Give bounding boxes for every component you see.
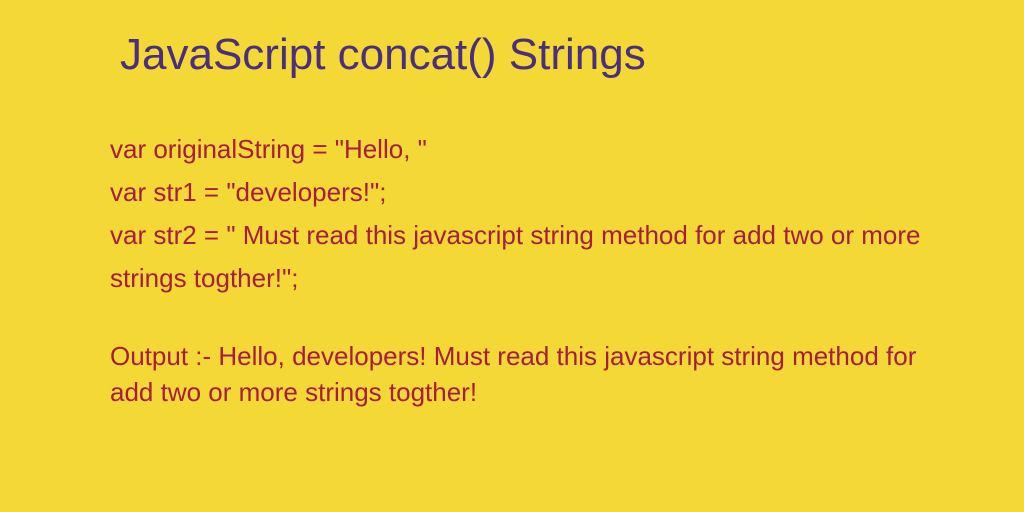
output-text: Output :- Hello, developers! Must read t…	[110, 338, 944, 411]
code-line-3: var str2 = " Must read this javascript s…	[110, 214, 944, 300]
page-title: JavaScript concat() Strings	[120, 30, 944, 80]
code-line-1: var originalString = "Hello, "	[110, 128, 944, 171]
code-block: var originalString = "Hello, " var str1 …	[110, 128, 944, 300]
code-line-2: var str1 = "developers!";	[110, 171, 944, 214]
